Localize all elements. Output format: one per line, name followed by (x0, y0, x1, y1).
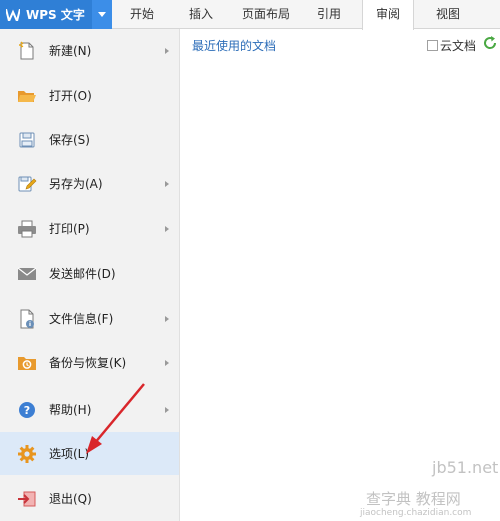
backup-icon (17, 353, 37, 373)
menu-item-label: 保存(S) (49, 133, 90, 147)
folder-open-icon (17, 86, 37, 106)
watermark-site: jb51.net (432, 458, 499, 477)
menu-item-save-as[interactable]: 另存为(A) (0, 162, 179, 205)
submenu-arrow-icon (165, 406, 169, 413)
submenu-arrow-icon (165, 225, 169, 232)
ribbon-tab-bar: WPS 文字 开始 插入 页面布局 引用 审阅 视图 (0, 0, 500, 30)
menu-item-print[interactable]: 打印(P) (0, 207, 179, 250)
save-icon (17, 130, 37, 150)
cloud-docs-checkbox[interactable] (427, 40, 438, 51)
annotation-arrow (86, 383, 145, 454)
tab-home[interactable]: 开始 (118, 0, 166, 29)
help-icon: ? (17, 400, 37, 420)
menu-item-backup-restore[interactable]: 备份与恢复(K) (0, 341, 179, 384)
cloud-docs-label: 云文档 (440, 39, 477, 53)
mail-icon (17, 264, 37, 284)
file-info-icon (17, 309, 37, 329)
svg-text:?: ? (24, 404, 30, 417)
new-document-icon (17, 40, 37, 61)
tab-insert[interactable]: 插入 (177, 0, 225, 29)
menu-item-open[interactable]: 打开(O) (0, 74, 179, 117)
cloud-docs-toggle[interactable]: 云文档 (427, 37, 476, 54)
submenu-arrow-icon (165, 47, 169, 54)
watermark-url: jiaocheng.chazidian.com (360, 508, 472, 518)
menu-item-label: 另存为(A) (49, 177, 103, 191)
app-menu-button[interactable]: WPS 文字 (0, 0, 112, 29)
menu-item-new[interactable]: 新建(N) (0, 29, 179, 72)
chevron-down-icon[interactable] (92, 0, 112, 29)
tab-page-layout[interactable]: 页面布局 (237, 0, 295, 29)
menu-item-save[interactable]: 保存(S) (0, 118, 179, 161)
menu-item-label: 备份与恢复(K) (49, 356, 127, 370)
menu-item-send-mail[interactable]: 发送邮件(D) (0, 252, 179, 295)
tab-references[interactable]: 引用 (305, 0, 353, 29)
refresh-icon[interactable] (482, 35, 498, 51)
recent-documents-title: 最近使用的文档 (192, 39, 277, 53)
app-name: WPS 文字 (26, 8, 85, 22)
menu-item-label: 新建(N) (49, 44, 92, 58)
printer-icon (17, 219, 37, 239)
watermark-title: 查字典 教程网 (366, 490, 461, 508)
submenu-arrow-icon (165, 315, 169, 322)
tab-view[interactable]: 视图 (424, 0, 472, 29)
menu-item-label: 打开(O) (49, 89, 92, 103)
menu-item-label: 退出(Q) (49, 492, 92, 506)
tab-review[interactable]: 审阅 (362, 0, 414, 30)
exit-icon (17, 489, 37, 509)
gear-icon (17, 444, 37, 464)
submenu-arrow-icon (165, 180, 169, 187)
menu-item-label: 文件信息(F) (49, 312, 114, 326)
menu-item-label: 发送邮件(D) (49, 267, 116, 281)
menu-item-exit[interactable]: 退出(Q) (0, 477, 179, 520)
menu-item-label: 打印(P) (49, 222, 90, 236)
menu-item-file-info[interactable]: 文件信息(F) (0, 297, 179, 340)
submenu-arrow-icon (165, 359, 169, 366)
save-as-icon (17, 174, 37, 194)
wps-logo-icon (6, 8, 20, 22)
